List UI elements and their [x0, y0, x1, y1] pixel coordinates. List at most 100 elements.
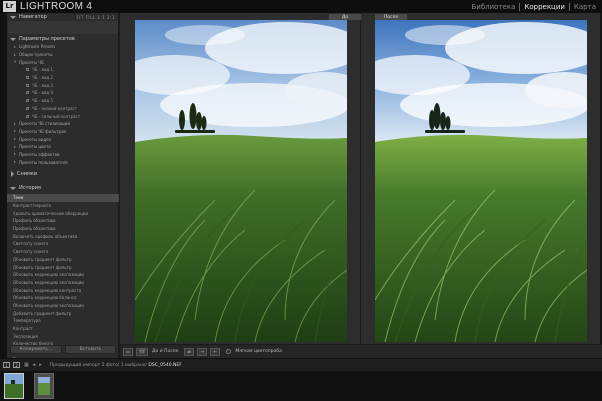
expand-triangle-icon [14, 53, 16, 56]
preset-icon [26, 114, 29, 118]
app-title: LIGHTROOM 4 [20, 1, 93, 12]
preset-label: Пресеты видео [19, 136, 52, 142]
paste-button[interactable]: Вставить [65, 345, 116, 354]
preset-label: Пресеты эффектов [19, 151, 60, 157]
grid-icon[interactable]: ▦ [24, 362, 29, 368]
history-item[interactable]: Профиль объектива [7, 217, 119, 225]
preset-label: ЧБ - вид 5 [32, 98, 54, 104]
history-label: Обновить градиент фильтр [13, 264, 72, 270]
expand-triangle-icon [14, 122, 16, 125]
view-toolbar: ▭ Y|Y До и После ⇄ → ← Мягкая цветопроба [120, 344, 602, 358]
module-library[interactable]: Библиотека [467, 3, 519, 11]
preset-item[interactable]: ЧБ - вид 1 [7, 66, 119, 74]
loupe-view-button[interactable]: ▭ [123, 347, 133, 356]
before-photo[interactable] [135, 20, 347, 342]
preset-folder[interactable]: Пресеты видео [7, 135, 119, 143]
before-after-view-button[interactable]: Y|Y [136, 347, 148, 356]
history-label: Обновить градиент фильтр [13, 256, 72, 262]
preset-folder[interactable]: Пресеты ЧБ [7, 58, 119, 66]
filmstrip-bar: 1 2 ▦ ◂ ▸ Предыдущий импорт 2 фото/ 1 вы… [0, 358, 602, 371]
collapse-triangle-icon [10, 186, 16, 190]
view-divider [360, 13, 361, 344]
history-item[interactable]: Обновить коррекцию экспозиции [7, 302, 119, 310]
history-item[interactable]: Светлоту синего [7, 248, 119, 256]
history-item[interactable]: Обновить коррекцию баланса [7, 294, 119, 302]
copy-before-to-after-button[interactable]: → [197, 347, 208, 356]
expand-triangle-icon [14, 145, 16, 148]
history-item[interactable]: Обновить градиент фильтр [7, 256, 119, 264]
history-item[interactable]: Контраст/черного [7, 202, 119, 210]
presets-header[interactable]: Параметры пресетов [7, 35, 119, 43]
history-item[interactable]: Контраст [7, 325, 119, 333]
title-bar: Lr LIGHTROOM 4 Библиотека Коррекции Карт… [0, 0, 602, 13]
forward-arrow-icon[interactable]: ▸ [39, 362, 42, 368]
history-title: История [19, 185, 41, 191]
preset-label: ЧБ - вид 3 [32, 82, 54, 88]
preset-folder[interactable]: Пресеты цвета [7, 143, 119, 151]
back-arrow-icon[interactable]: ◂ [33, 362, 36, 368]
history-item[interactable]: Добавить градиент фильтр [7, 309, 119, 317]
history-item[interactable]: Обновить коррекцию экспозиции [7, 271, 119, 279]
presets-list: Lightroom Presets Общие пресеты Пресеты ЧБ… [7, 43, 119, 166]
snapshots-header[interactable]: Снимки [7, 170, 119, 178]
history-item[interactable]: Профиль объектива [7, 225, 119, 233]
history-label: Тени [13, 195, 24, 201]
history-label: Светлоту синего [13, 249, 49, 255]
collapse-triangle-icon [10, 15, 16, 19]
history-header[interactable]: История [7, 184, 119, 192]
preset-folder[interactable]: Пресеты ЧБ фильтров [7, 128, 119, 136]
expand-triangle-icon [14, 138, 16, 141]
copy-after-to-before-button[interactable]: ← [210, 347, 221, 356]
history-item[interactable]: Светлоту синего [7, 240, 119, 248]
landscape-photo-before [135, 20, 347, 342]
preset-item[interactable]: ЧБ - сильный контраст [7, 112, 119, 120]
expand-triangle-icon [14, 130, 16, 133]
lightroom-logo: Lr [3, 1, 16, 12]
after-photo[interactable] [375, 20, 587, 342]
navigator-title: Навигатор [19, 14, 47, 20]
history-item[interactable]: Температура [7, 317, 119, 325]
history-item[interactable]: Обновить коррекцию контраста [7, 286, 119, 294]
history-label: Обновить коррекцию экспозиции [13, 302, 84, 308]
swap-before-after-button[interactable]: ⇄ [184, 347, 195, 356]
filmstrip-thumbnail[interactable] [4, 373, 24, 399]
history-item[interactable]: Обновить коррекцию экспозиции [7, 279, 119, 287]
history-label: Обновить коррекцию баланса [13, 295, 77, 301]
history-item[interactable]: Тени [7, 194, 119, 202]
history-item[interactable]: Обновить градиент фильтр [7, 263, 119, 271]
view-mode-label[interactable]: До и После [152, 349, 178, 354]
navigator-preview[interactable] [8, 21, 118, 34]
module-develop[interactable]: Коррекции [520, 3, 569, 11]
monitor-2-button[interactable]: 2 [13, 362, 20, 368]
preset-item[interactable]: ЧБ - вид 2 [7, 74, 119, 82]
preset-item[interactable]: ЧБ - низкий контраст [7, 105, 119, 113]
preset-icon [26, 99, 29, 103]
history-item[interactable]: Удалить хроматические аберрации [7, 209, 119, 217]
navigator-header[interactable]: Навигатор FIT FILL 1:1 2:1 [7, 13, 119, 21]
preset-item[interactable]: ЧБ - вид 3 [7, 81, 119, 89]
preset-folder[interactable]: Пресеты ЧБ стилизаций [7, 120, 119, 128]
preset-folder[interactable]: Пресеты пользователя [7, 158, 119, 166]
history-label: Контраст/черного [13, 203, 52, 209]
monitor-1-button[interactable]: 1 [3, 362, 10, 368]
filmstrip-source-info[interactable]: Предыдущий импорт 2 фото/ 1 выбрано/ DSC… [50, 363, 182, 368]
soft-proof-checkbox[interactable] [226, 349, 232, 354]
arrow-right-icon: → [200, 349, 204, 354]
preset-icon [26, 91, 29, 95]
thumbnail-image [5, 374, 23, 398]
preset-folder[interactable]: Общие пресеты [7, 51, 119, 59]
module-map[interactable]: Карта [570, 3, 600, 11]
history-item[interactable]: Включить профиль объектива [7, 232, 119, 240]
history-label: Экспозиция [13, 333, 38, 339]
preset-item[interactable]: ЧБ - вид 4 [7, 89, 119, 97]
history-item[interactable]: Экспозиция [7, 332, 119, 340]
copy-button[interactable]: Копировать... [10, 345, 62, 354]
navigator-zoom-options[interactable]: FIT FILL 1:1 2:1 [76, 15, 115, 20]
history-list: Тени Контраст/черного Удалить хроматически… [7, 194, 119, 363]
left-panel-edge [0, 13, 7, 358]
filmstrip-thumbnail[interactable] [34, 373, 54, 399]
preset-folder[interactable]: Lightroom Presets [7, 43, 119, 51]
preset-folder[interactable]: Пресеты эффектов [7, 151, 119, 159]
preset-label: Пресеты ЧБ [19, 59, 44, 65]
preset-item[interactable]: ЧБ - вид 5 [7, 97, 119, 105]
